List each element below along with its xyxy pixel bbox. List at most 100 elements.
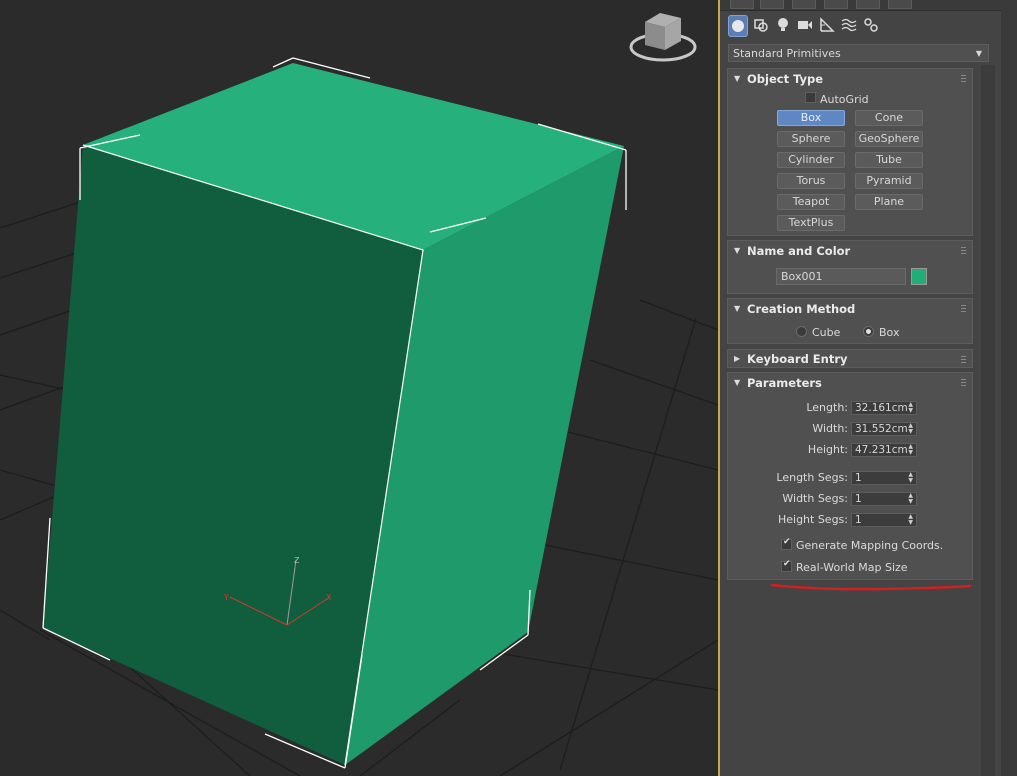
- motion-tab[interactable]: [824, 0, 848, 9]
- box-radio-label: Box: [879, 326, 900, 339]
- rollout-title: Object Type: [747, 72, 824, 86]
- real-world-map-label: Real-World Map Size: [796, 561, 908, 574]
- sphere-icon: [732, 20, 744, 32]
- cameras-category-button[interactable]: [795, 14, 815, 36]
- rollout-title: Creation Method: [747, 302, 856, 316]
- y-axis-label: Y: [223, 593, 229, 602]
- length-segs-label: Length Segs:: [776, 471, 848, 484]
- panel-scrollbar[interactable]: [1001, 10, 1017, 776]
- parameters-header[interactable]: ▼ Parameters: [728, 373, 972, 393]
- camera-icon: [798, 21, 812, 29]
- shapes-category-button[interactable]: [751, 14, 771, 36]
- command-panel: Standard Primitives ▼ ▼ Object Type Auto…: [720, 0, 1017, 776]
- width-label: Width:: [812, 422, 848, 435]
- teapot-button[interactable]: Teapot: [777, 194, 845, 210]
- name-and-color-rollout: ▼ Name and Color Box001: [727, 240, 973, 294]
- geometry-category-button[interactable]: [728, 15, 748, 37]
- length-segs-spinner[interactable]: 1 ▲ ▼: [851, 471, 917, 485]
- object-color-swatch[interactable]: [911, 268, 927, 285]
- grip-icon: [961, 305, 966, 312]
- height-value: 47.231cm: [855, 444, 908, 456]
- spinner-arrows-icon[interactable]: ▲ ▼: [908, 423, 913, 435]
- rollout-title: Keyboard Entry: [747, 352, 848, 366]
- keyboard-entry-header[interactable]: ▶ Keyboard Entry: [728, 350, 972, 368]
- rollout-title: Parameters: [747, 376, 822, 390]
- spinner-arrows-icon[interactable]: ▲ ▼: [908, 493, 913, 505]
- helpers-category-button[interactable]: [817, 14, 837, 36]
- red-underline-annotation: [770, 583, 972, 591]
- width-spinner[interactable]: 31.552cm ▲ ▼: [851, 422, 917, 436]
- spinner-arrows-icon[interactable]: ▲ ▼: [908, 514, 913, 526]
- box-radio[interactable]: [863, 326, 874, 337]
- pyramid-button[interactable]: Pyramid: [855, 173, 923, 189]
- generate-mapping-label: Generate Mapping Coords.: [796, 539, 944, 552]
- cone-button[interactable]: Cone: [855, 110, 923, 126]
- real-world-map-checkbox[interactable]: [781, 559, 792, 572]
- dropdown-value: Standard Primitives: [733, 47, 841, 60]
- autogrid-checkbox[interactable]: [805, 92, 816, 103]
- width-value: 31.552cm: [855, 423, 908, 435]
- systems-category-button[interactable]: [861, 14, 881, 36]
- length-segs-value: 1: [855, 472, 862, 484]
- plane-button[interactable]: Plane: [855, 194, 923, 210]
- modify-tab[interactable]: [760, 0, 784, 9]
- category-icons-row: [720, 14, 1017, 40]
- collapse-triangle-icon: ▼: [734, 74, 741, 83]
- creation-method-header[interactable]: ▼ Creation Method: [728, 299, 972, 319]
- systems-icon: [864, 18, 878, 32]
- primitive-type-dropdown[interactable]: Standard Primitives ▼: [728, 44, 989, 62]
- width-segs-spinner[interactable]: 1 ▲ ▼: [851, 492, 917, 506]
- height-label: Height:: [807, 443, 848, 456]
- spinner-arrows-icon[interactable]: ▲ ▼: [908, 472, 913, 484]
- torus-button[interactable]: Torus: [777, 173, 845, 189]
- length-label: Length:: [806, 401, 848, 414]
- height-segs-value: 1: [855, 514, 862, 526]
- geosphere-button[interactable]: GeoSphere: [855, 131, 923, 147]
- sphere-button[interactable]: Sphere: [777, 131, 845, 147]
- chevron-down-icon: ▼: [975, 49, 982, 58]
- grip-icon: [961, 75, 966, 82]
- lights-category-button[interactable]: [773, 14, 793, 36]
- height-segs-spinner[interactable]: 1 ▲ ▼: [851, 513, 917, 527]
- expand-triangle-icon: ▶: [734, 354, 741, 363]
- spinner-arrows-icon[interactable]: ▲ ▼: [908, 402, 913, 414]
- rollout-scrollbar[interactable]: [981, 65, 995, 776]
- length-spinner[interactable]: 32.161cm ▲ ▼: [851, 401, 917, 415]
- parameters-rollout: ▼ Parameters Length: 32.161cm ▲ ▼ Width: 3…: [727, 372, 973, 580]
- spinner-arrows-icon[interactable]: ▲ ▼: [908, 444, 913, 456]
- x-axis-label: X: [326, 593, 332, 602]
- cube-radio[interactable]: [796, 326, 807, 337]
- textplus-button[interactable]: TextPlus: [777, 215, 845, 231]
- viewport-scene: Z Y X: [0, 13, 718, 776]
- helper-icon: [820, 17, 835, 32]
- name-and-color-header[interactable]: ▼ Name and Color: [728, 241, 972, 261]
- create-tab[interactable]: [730, 0, 754, 9]
- generate-mapping-checkbox[interactable]: [781, 537, 792, 550]
- creation-method-rollout: ▼ Creation Method Cube Box: [727, 298, 973, 344]
- object-type-rollout: ▼ Object Type AutoGrid Box Cone Sphere G…: [727, 68, 973, 236]
- display-tab[interactable]: [856, 0, 880, 9]
- box-button[interactable]: Box: [777, 110, 845, 126]
- shapes-icon: [754, 19, 768, 32]
- cylinder-button[interactable]: Cylinder: [777, 152, 845, 168]
- collapse-triangle-icon: ▼: [734, 246, 741, 255]
- autogrid-label: AutoGrid: [820, 93, 869, 106]
- collapse-triangle-icon: ▼: [734, 378, 741, 387]
- light-icon: [778, 18, 788, 31]
- width-segs-label: Width Segs:: [782, 492, 848, 505]
- object-type-header[interactable]: ▼ Object Type: [728, 69, 972, 89]
- spacewarp-icon: [841, 18, 857, 32]
- collapse-triangle-icon: ▼: [734, 304, 741, 313]
- utilities-tab[interactable]: [888, 0, 912, 9]
- viewcube-icon[interactable]: [629, 13, 697, 62]
- z-axis-label: Z: [294, 556, 300, 565]
- object-name-field[interactable]: Box001: [776, 268, 906, 285]
- height-spinner[interactable]: 47.231cm ▲ ▼: [851, 443, 917, 457]
- hierarchy-tab[interactable]: [792, 0, 816, 9]
- spacewarps-category-button[interactable]: [839, 14, 859, 36]
- perspective-viewport[interactable]: Z Y X: [0, 0, 718, 776]
- grip-icon: [961, 379, 966, 386]
- cube-radio-label: Cube: [812, 326, 841, 339]
- tube-button[interactable]: Tube: [855, 152, 923, 168]
- grip-icon: [961, 247, 966, 254]
